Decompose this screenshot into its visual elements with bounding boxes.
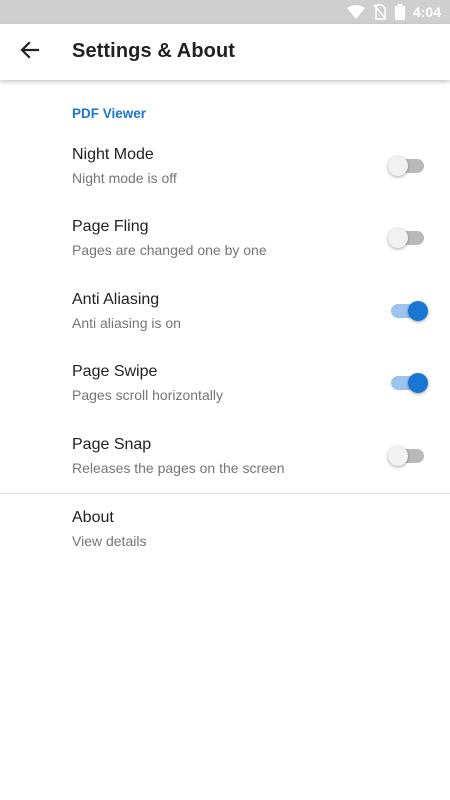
- pref-summary: View details: [72, 533, 147, 549]
- pref-summary: Pages are changed one by one: [72, 242, 267, 258]
- night-mode-switch[interactable]: [388, 155, 428, 177]
- pref-title: About: [72, 509, 114, 526]
- pref-page-fling[interactable]: Page Fling Pages are changed one by one: [0, 202, 450, 274]
- pref-about[interactable]: About View details: [0, 493, 450, 565]
- pref-title: Page Fling: [72, 218, 149, 235]
- switch-thumb: [388, 156, 408, 176]
- switch-thumb: [388, 446, 408, 466]
- app-bar: Settings & About: [0, 24, 450, 80]
- section-header-pdf-viewer: PDF Viewer: [72, 106, 147, 121]
- pref-title: Page Snap: [72, 436, 152, 453]
- back-button[interactable]: [12, 34, 48, 70]
- status-bar: 4:04: [0, 0, 450, 24]
- pref-anti-aliasing[interactable]: Anti Aliasing Anti aliasing is on: [0, 275, 450, 347]
- pref-summary: Pages scroll horizontally: [72, 387, 223, 403]
- page-fling-switch[interactable]: [388, 227, 428, 249]
- pref-night-mode[interactable]: Night Mode Night mode is off: [0, 130, 450, 202]
- pref-title: Anti Aliasing: [72, 291, 160, 308]
- anti-aliasing-switch[interactable]: [388, 300, 428, 322]
- pref-page-swipe[interactable]: Page Swipe Pages scroll horizontally: [0, 347, 450, 419]
- pref-title: Page Swipe: [72, 363, 158, 380]
- switch-thumb: [408, 373, 428, 393]
- pref-title: Night Mode: [72, 146, 154, 163]
- page-title: Settings & About: [72, 40, 236, 62]
- pref-summary: Anti aliasing is on: [72, 315, 181, 331]
- page-snap-switch[interactable]: [388, 445, 428, 467]
- wifi-icon: [346, 5, 365, 19]
- pref-summary: Night mode is off: [72, 170, 177, 186]
- switch-thumb: [408, 301, 428, 321]
- arrow-left-icon: [20, 40, 40, 65]
- status-clock: 4:04: [412, 4, 441, 20]
- switch-thumb: [388, 228, 408, 248]
- pref-summary: Releases the pages on the screen: [72, 460, 285, 476]
- pref-page-snap[interactable]: Page Snap Releases the pages on the scre…: [0, 420, 450, 492]
- page-swipe-switch[interactable]: [388, 372, 428, 394]
- battery-icon: [394, 4, 405, 20]
- no-sim-icon: [373, 4, 387, 20]
